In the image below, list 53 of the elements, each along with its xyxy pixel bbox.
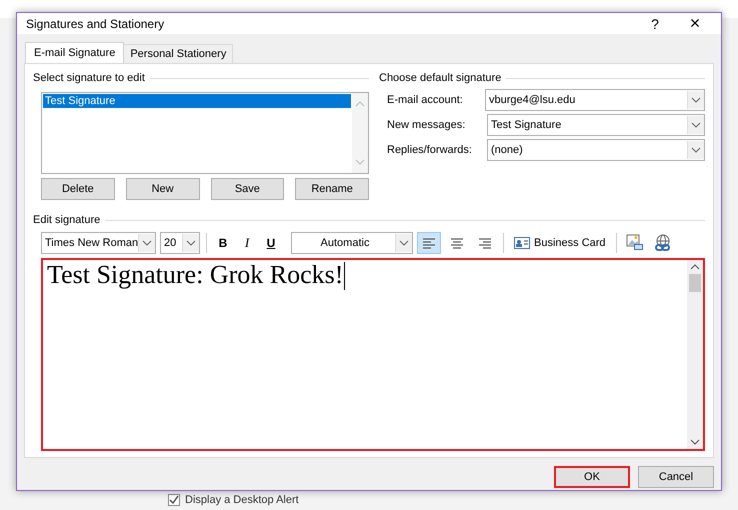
dropdown[interactable]: vburge4@lsu.edu xyxy=(485,89,705,111)
checkbox-label: Display a Desktop Alert xyxy=(185,494,299,506)
dropdown[interactable]: (none) xyxy=(487,139,705,161)
italic-button[interactable]: I xyxy=(237,235,257,251)
align-left-icon xyxy=(421,236,437,250)
dialog-button[interactable]: OK xyxy=(554,466,630,488)
dialog-button[interactable]: Cancel xyxy=(638,466,714,488)
align-right-icon xyxy=(477,236,493,250)
scrollbar-thumb[interactable] xyxy=(689,274,701,292)
font-dropdown[interactable]: Times New Roman xyxy=(41,232,156,254)
dialog-button[interactable]: New xyxy=(126,178,200,200)
close-button[interactable]: × xyxy=(675,13,715,34)
color-dropdown[interactable]: Automatic xyxy=(291,232,413,254)
signature-text: Test Signature: Grok Rocks! xyxy=(47,260,344,290)
align-left-button[interactable] xyxy=(417,232,441,254)
underline-button[interactable]: U xyxy=(261,236,281,250)
hyperlink-icon[interactable] xyxy=(654,234,672,252)
section-heading: Select signature to edit xyxy=(33,72,145,84)
chevron-down-icon xyxy=(186,240,196,246)
bold-button[interactable]: B xyxy=(213,236,233,250)
tab[interactable]: Personal Stationery xyxy=(123,44,234,63)
window-title: Signatures and Stationery xyxy=(26,16,166,30)
align-center-icon xyxy=(449,236,465,250)
picture-icon[interactable] xyxy=(626,234,644,252)
chevron-up-icon xyxy=(690,264,700,270)
dialog-button[interactable]: Rename xyxy=(295,178,369,200)
chevron-down-icon xyxy=(399,240,409,246)
chevron-down-icon xyxy=(691,122,701,128)
dialog-button[interactable]: Delete xyxy=(41,178,115,200)
checkbox[interactable] xyxy=(168,494,180,506)
field-label: New messages: xyxy=(386,119,466,131)
section-heading: Edit signature xyxy=(33,214,100,226)
contact-card-icon xyxy=(514,237,530,249)
business-card-button[interactable]: Business Card xyxy=(510,237,610,249)
chevron-up-icon xyxy=(355,101,365,107)
scrollbar[interactable] xyxy=(687,260,703,449)
chevron-down-icon xyxy=(690,439,700,445)
signature-list[interactable]: Test Signature xyxy=(41,92,369,174)
list-item[interactable]: Test Signature xyxy=(43,94,351,108)
field-label: E-mail account: xyxy=(386,94,464,106)
section-heading: Choose default signature xyxy=(379,72,502,84)
dropdown[interactable]: Test Signature xyxy=(487,114,705,136)
chevron-down-icon xyxy=(142,240,152,246)
help-button[interactable]: ? xyxy=(635,16,675,32)
size-dropdown[interactable]: 20 xyxy=(160,232,200,254)
signature-editor[interactable]: Test Signature: Grok Rocks! xyxy=(41,258,705,451)
tab[interactable]: E-mail Signature xyxy=(25,42,124,63)
scrollbar[interactable] xyxy=(352,93,368,173)
chevron-down-icon xyxy=(691,147,701,153)
dialog-button[interactable]: Save xyxy=(210,178,284,200)
field-label: Replies/forwards: xyxy=(386,144,473,156)
chevron-down-icon xyxy=(355,159,365,165)
chevron-down-icon xyxy=(691,97,701,103)
